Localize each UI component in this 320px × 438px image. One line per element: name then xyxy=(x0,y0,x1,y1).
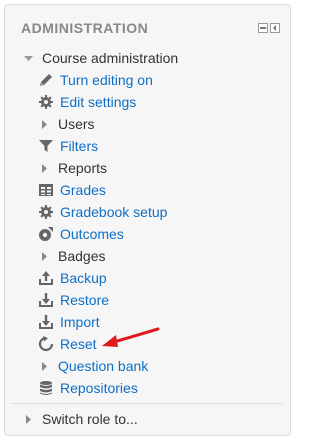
annotation-arrow-icon xyxy=(102,327,160,347)
dock-block-button[interactable] xyxy=(258,23,268,33)
reset-icon xyxy=(38,336,56,352)
menu-item-turn-editing-on[interactable]: Turn editing on xyxy=(38,69,153,91)
expand-arrow-icon xyxy=(38,250,50,262)
menu-item-gradebook-setup[interactable]: Gradebook setup xyxy=(38,201,167,223)
import-icon xyxy=(38,314,56,330)
menu-item-reports[interactable]: Reports xyxy=(38,157,107,179)
menu-item-users[interactable]: Users xyxy=(38,113,95,135)
menu-item-filters[interactable]: Filters xyxy=(38,135,98,157)
menu-item-edit-settings[interactable]: Edit settings xyxy=(38,91,136,113)
block-title: ADMINISTRATION xyxy=(21,20,149,36)
restore-icon xyxy=(38,292,56,308)
menu-item-outcomes[interactable]: Outcomes xyxy=(38,223,124,245)
menu-item-import[interactable]: Import xyxy=(38,311,100,333)
expand-arrow-icon xyxy=(38,162,50,174)
grades-table-icon xyxy=(38,182,56,198)
pencil-icon xyxy=(38,72,56,88)
section-title: Course administration xyxy=(42,50,179,66)
course-administration-node[interactable]: Course administration xyxy=(22,47,178,69)
menu-item-repositories[interactable]: Repositories xyxy=(38,377,138,399)
move-block-button[interactable] xyxy=(270,23,280,33)
menu-item-backup[interactable]: Backup xyxy=(38,267,107,289)
backup-icon xyxy=(38,270,56,286)
menu-item-restore[interactable]: Restore xyxy=(38,289,109,311)
menu-item-badges[interactable]: Badges xyxy=(38,245,105,267)
divider xyxy=(12,403,282,404)
block-controls xyxy=(258,23,280,33)
gear-icon xyxy=(38,94,56,110)
expand-arrow-icon xyxy=(38,118,50,130)
menu-item-question-bank[interactable]: Question bank xyxy=(38,355,148,377)
menu-item-reset[interactable]: Reset xyxy=(38,333,97,355)
filter-icon xyxy=(38,138,56,154)
database-icon xyxy=(38,380,56,396)
expand-arrow-icon xyxy=(22,413,34,425)
menu-item-grades[interactable]: Grades xyxy=(38,179,106,201)
expand-arrow-icon xyxy=(38,360,50,372)
collapse-arrow-icon xyxy=(22,52,34,64)
switch-role-node[interactable]: Switch role to... xyxy=(22,408,138,430)
gear-icon xyxy=(38,204,56,220)
outcomes-icon xyxy=(38,226,56,242)
